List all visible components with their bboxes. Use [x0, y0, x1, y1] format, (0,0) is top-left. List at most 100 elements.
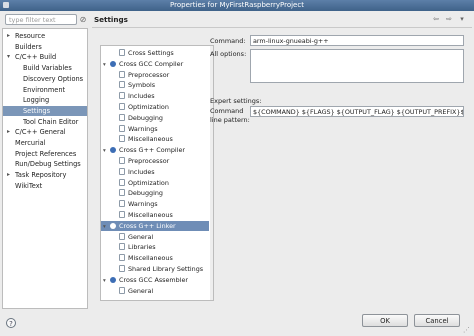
sidebar-item-label: Build Variables	[23, 64, 72, 73]
sidebar-item[interactable]: Run/Debug Settings	[15, 159, 81, 169]
chevron-right-icon[interactable]: ▸	[7, 170, 14, 180]
command-input[interactable]: arm-linux-gnueabi-g++	[250, 35, 464, 46]
tool-tree-item[interactable]: Miscellaneous	[119, 253, 173, 263]
settings-page-icon	[119, 189, 125, 197]
resize-grip-icon[interactable]: ⋰	[463, 326, 471, 334]
sidebar-item[interactable]: Settings	[3, 105, 87, 116]
expert-settings-label: Expert settings:	[210, 97, 262, 105]
settings-page-icon	[119, 167, 125, 175]
tool-tree-label: Miscellaneous	[128, 254, 173, 263]
tool-tree-item[interactable]: Warnings	[119, 124, 158, 134]
settings-page-icon	[119, 232, 125, 240]
cancel-button[interactable]: Cancel	[414, 314, 460, 327]
sidebar-item[interactable]: ▸ C/C++ General	[7, 127, 66, 137]
tool-tree-item[interactable]: Debugging	[119, 113, 163, 123]
sidebar-item-label: Builders	[15, 42, 42, 51]
tool-tree-label: Debugging	[128, 189, 163, 198]
sidebar-item[interactable]: Build Variables	[23, 63, 72, 73]
sidebar-item[interactable]: Project References	[15, 149, 76, 159]
chevron-down-icon[interactable]: ▾	[103, 222, 110, 232]
tool-tree-item[interactable]: Warnings	[119, 199, 158, 209]
sidebar-item-label: Task Repository	[15, 171, 67, 180]
sidebar-item[interactable]: Environment	[23, 85, 65, 95]
chevron-right-icon[interactable]: ▸	[7, 127, 14, 137]
tool-tree-label: General	[128, 232, 154, 241]
tree-scrollbar[interactable]	[210, 46, 213, 300]
tool-tree-item[interactable]: ▾ Cross GCC Compiler	[103, 59, 183, 69]
tool-tree-label: Libraries	[128, 243, 156, 252]
settings-page-icon	[119, 286, 125, 294]
sidebar-item[interactable]: ▸ Resource	[7, 31, 46, 41]
sidebar-item[interactable]: ▾ C/C++ Build	[7, 52, 56, 62]
tool-tree-label: Cross GCC Assembler	[119, 275, 189, 284]
tool-tree-item[interactable]: Libraries	[119, 242, 156, 252]
tool-tree-item[interactable]: Miscellaneous	[119, 210, 173, 220]
command-line-pattern-input[interactable]: ${COMMAND} ${FLAGS} ${OUTPUT_FLAG} ${OUT…	[250, 106, 464, 117]
window-close-button[interactable]	[3, 2, 9, 8]
sidebar-item[interactable]: Discovery Options	[23, 74, 83, 84]
sidebar-item-label: Logging	[23, 96, 50, 105]
sidebar-item-label: Resource	[15, 32, 46, 40]
properties-tree: ▸ Resource Builders ▾ C/C++ Build Build Varia…	[2, 28, 88, 309]
tool-tree-item[interactable]: Debugging	[119, 188, 163, 198]
settings-page-icon	[119, 178, 125, 186]
sidebar-item-label: C/C++ General	[15, 128, 66, 137]
back-icon[interactable]: ⇦	[431, 15, 441, 24]
tool-tree-item[interactable]: Preprocessor	[119, 156, 169, 166]
tool-tree-label: Symbols	[128, 81, 156, 90]
tool-tree-item[interactable]: Includes	[119, 91, 155, 101]
settings-page-icon	[119, 200, 125, 208]
tool-tree-label: Includes	[128, 92, 155, 101]
tool-icon	[110, 276, 116, 283]
settings-page-icon	[119, 49, 125, 56]
sidebar-item-label: Project References	[15, 149, 77, 158]
help-icon[interactable]: ?	[6, 318, 16, 328]
tool-tree-item[interactable]: Cross Settings	[119, 48, 174, 58]
sidebar-item-label: Settings	[23, 106, 51, 115]
sidebar-item[interactable]: Builders	[15, 42, 42, 52]
tool-tree-item[interactable]: Optimization	[119, 102, 169, 112]
tool-tree-item[interactable]: Miscellaneous	[119, 134, 173, 144]
tool-tree-item[interactable]: Preprocessor	[119, 70, 169, 80]
tool-tree-label: Includes	[128, 167, 155, 176]
settings-panel: Settings ⇦ ⇨ ▾ Cross Settings ▾ Cross GCC …	[92, 12, 472, 310]
tool-tree-label: Warnings	[128, 124, 158, 133]
chevron-down-icon[interactable]: ▾	[103, 276, 110, 286]
forward-icon[interactable]: ⇨	[444, 15, 454, 24]
ok-button[interactable]: OK	[362, 314, 408, 327]
chevron-down-icon[interactable]: ▾	[7, 52, 14, 62]
sidebar-item[interactable]: Mercurial	[15, 138, 46, 148]
window-titlebar: Properties for MyFirstRaspberryProject	[0, 0, 474, 11]
tool-tree-item[interactable]: Shared Library Settings	[119, 264, 203, 274]
sidebar-item[interactable]: Tool Chain Editor	[23, 117, 78, 127]
tool-tree-item[interactable]: Symbols	[119, 80, 155, 90]
tool-tree-item[interactable]: General	[119, 286, 153, 296]
settings-page-icon	[119, 254, 125, 262]
tool-tree-item[interactable]: ▾ Cross G++ Linker	[101, 220, 209, 232]
tool-tree-item[interactable]: General	[119, 232, 153, 242]
chevron-right-icon[interactable]: ▸	[7, 31, 14, 41]
tool-icon	[110, 60, 116, 67]
sidebar-item[interactable]: ▸ Task Repository	[7, 170, 67, 180]
sidebar-item[interactable]: Logging	[23, 95, 49, 105]
chevron-down-icon[interactable]: ▾	[457, 15, 467, 24]
tool-tree-item[interactable]: ▾ Cross GCC Assembler	[103, 275, 188, 285]
page-title: Settings	[94, 15, 128, 24]
sidebar-item[interactable]: WikiText	[15, 181, 42, 191]
tool-icon	[110, 147, 116, 154]
filter-input[interactable]: type filter text	[5, 14, 77, 25]
chevron-down-icon[interactable]: ▾	[103, 60, 110, 70]
tool-tree-item[interactable]: ▾ Cross G++ Compiler	[103, 145, 185, 155]
tool-icon	[110, 222, 116, 229]
chevron-down-icon[interactable]: ▾	[103, 146, 110, 156]
sidebar-item-label: Tool Chain Editor	[23, 117, 79, 126]
all-options-textarea[interactable]	[250, 49, 464, 83]
tool-tree-item[interactable]: Optimization	[119, 178, 169, 188]
command-label: Command:	[210, 37, 246, 45]
clear-filter-icon[interactable]: ⊘	[79, 15, 87, 24]
tool-tree-label: General	[128, 286, 154, 295]
tool-tree-item[interactable]: Includes	[119, 167, 155, 177]
settings-page-icon	[119, 113, 125, 121]
command-line-pattern-label-1: Command	[210, 107, 244, 115]
properties-nav-panel: type filter text ⊘ ▸ Resource Builders ▾ C/C…	[2, 12, 88, 322]
